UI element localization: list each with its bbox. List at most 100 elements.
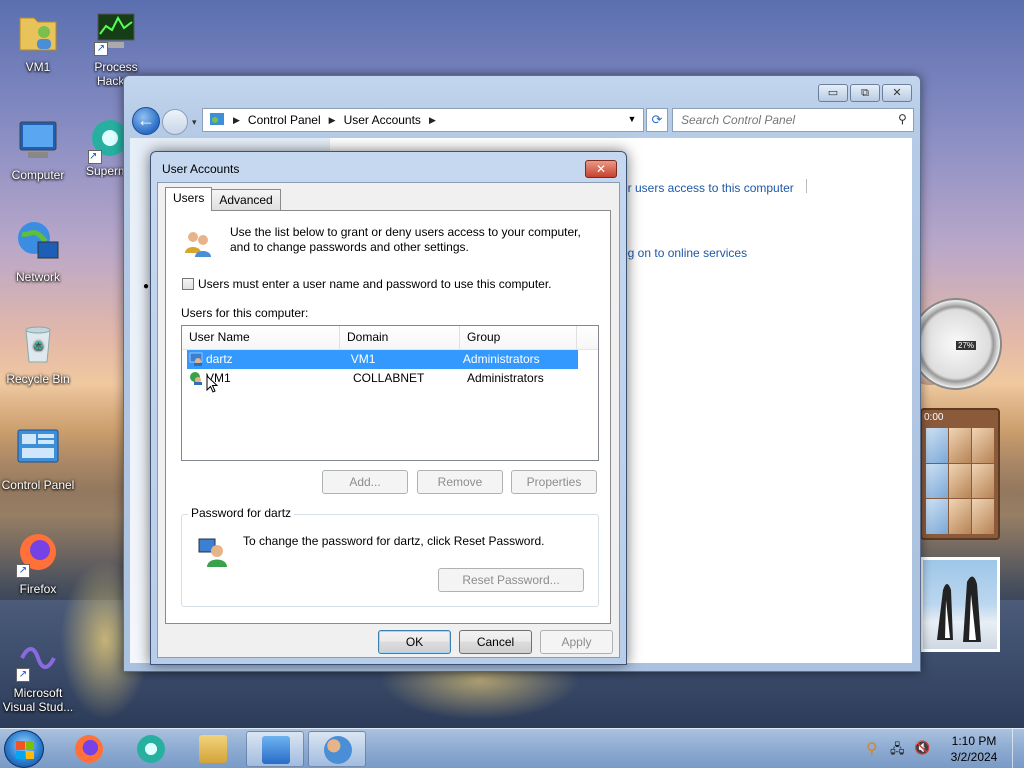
taskbar-supermium[interactable] bbox=[122, 731, 180, 767]
shortcut-arrow-icon: ↗ bbox=[16, 668, 30, 682]
user-icon bbox=[189, 352, 203, 366]
gadget-picture-puzzle[interactable]: 0:00 bbox=[920, 408, 1000, 540]
remove-user-button[interactable]: Remove bbox=[417, 470, 503, 494]
search-input[interactable]: Search Control Panel bbox=[672, 108, 914, 132]
user-accounts-dialog: User Accounts ✕ Users Advanced Use the l… bbox=[150, 151, 627, 665]
tab-users[interactable]: Users bbox=[165, 187, 213, 211]
address-bar[interactable]: ▶ Control Panel ▶ User Accounts ▶ bbox=[202, 108, 644, 132]
visual-studio-icon: ↗ bbox=[14, 634, 62, 682]
network-tray-icon[interactable]: 🖧 bbox=[890, 740, 905, 762]
breadcrumb-control-panel[interactable]: Control Panel bbox=[248, 113, 321, 127]
require-password-checkbox[interactable] bbox=[182, 278, 194, 290]
cpu-meter-value: 27% bbox=[956, 341, 977, 350]
puzzle-grid[interactable] bbox=[926, 428, 994, 534]
monitor-chart-icon: ↗ bbox=[92, 8, 140, 56]
refresh-icon[interactable]: ⟳ bbox=[646, 108, 668, 132]
forward-button[interactable] bbox=[162, 109, 188, 135]
shortcut-arrow-icon: ↗ bbox=[16, 564, 30, 578]
shortcut-arrow-icon: ↗ bbox=[94, 42, 108, 56]
desktop-icon-label: Network bbox=[15, 270, 60, 284]
intro-text: Use the list below to grant or deny user… bbox=[230, 225, 581, 254]
taskbar: ⚲ 🖧 🔇 1:10 PM 3/2/2024 bbox=[0, 728, 1024, 768]
close-button[interactable]: ✕ bbox=[882, 84, 912, 102]
address-dropdown-icon[interactable]: ▼ bbox=[623, 108, 641, 132]
group-cell: Administrators bbox=[467, 371, 544, 385]
group-cell: Administrators bbox=[462, 352, 540, 366]
control-panel-icon bbox=[262, 736, 290, 764]
users-list[interactable]: User Name Domain Group dartz VM1 Adminis… bbox=[181, 325, 599, 461]
breadcrumb-arrow-icon[interactable]: ▶ bbox=[233, 115, 240, 126]
gadget-slideshow[interactable] bbox=[920, 557, 1000, 652]
firefox-icon bbox=[75, 735, 103, 763]
start-button[interactable] bbox=[4, 730, 44, 768]
divider bbox=[806, 179, 807, 193]
search-icon[interactable]: ⚲ bbox=[898, 112, 907, 126]
column-group[interactable]: Group bbox=[460, 326, 577, 349]
dialog-client: Users Advanced Use the list below to gra… bbox=[157, 182, 620, 658]
breadcrumb-arrow-icon[interactable]: ▶ bbox=[329, 115, 336, 126]
minimize-button[interactable]: ▭ bbox=[818, 84, 848, 102]
navigation-bar: ← ▾ ▶ Control Panel ▶ User Accounts ▶ ▼ … bbox=[130, 106, 914, 136]
clock-date: 3/2/2024 bbox=[950, 750, 998, 764]
search-tray-icon[interactable]: ⚲ bbox=[866, 739, 878, 759]
column-user-name[interactable]: User Name bbox=[182, 326, 340, 349]
supermium-icon bbox=[137, 735, 165, 763]
table-row[interactable]: VM1 COLLABNET Administrators bbox=[187, 369, 598, 388]
tab-advanced[interactable]: Advanced bbox=[211, 189, 281, 211]
taskbar-firefox[interactable] bbox=[60, 731, 118, 767]
desktop-icon-supermium[interactable]: ↗ Supermium bbox=[78, 116, 128, 178]
require-password-row[interactable]: Users must enter a user name and passwor… bbox=[182, 277, 552, 291]
password-group: Password for dartz To change the passwor… bbox=[181, 506, 599, 607]
mouse-cursor-icon bbox=[206, 375, 219, 393]
require-password-label[interactable]: Users must enter a user name and passwor… bbox=[198, 277, 552, 291]
control-panel-icon bbox=[209, 111, 225, 130]
desktop-icon-network[interactable]: Network bbox=[0, 218, 76, 284]
breadcrumb-user-accounts[interactable]: User Accounts bbox=[344, 113, 421, 127]
domain-cell: COLLABNET bbox=[353, 371, 425, 385]
online-services-link[interactable]: og on to online services bbox=[621, 246, 747, 260]
firefox-icon: ↗ bbox=[14, 530, 62, 578]
add-user-button[interactable]: Add... bbox=[322, 470, 408, 494]
password-group-title: Password for dartz bbox=[188, 506, 295, 520]
desktop-icon-label: Firefox bbox=[19, 582, 57, 596]
back-button[interactable]: ← bbox=[132, 107, 160, 135]
desktop-icon-vm1[interactable]: VM1 bbox=[0, 8, 76, 74]
users-list-label: Users for this computer: bbox=[181, 306, 309, 320]
manage-access-link[interactable]: er users access to this computer bbox=[621, 181, 794, 195]
desktop-icon-visual-studio[interactable]: ↗ Microsoft Visual Stud... bbox=[0, 634, 76, 714]
network-globe-icon bbox=[14, 218, 62, 266]
desktop-icon-computer[interactable]: Computer bbox=[0, 116, 76, 182]
password-help-text: To change the password for dartz, click … bbox=[243, 534, 545, 548]
column-domain[interactable]: Domain bbox=[340, 326, 460, 349]
svg-text:♻: ♻ bbox=[33, 339, 44, 353]
supermium-icon: ↗ bbox=[86, 116, 128, 164]
show-desktop-button[interactable] bbox=[1012, 729, 1024, 768]
properties-button[interactable]: Properties bbox=[511, 470, 597, 494]
cancel-button[interactable]: Cancel bbox=[459, 630, 532, 654]
user-computer-icon bbox=[197, 535, 229, 567]
taskbar-clock[interactable]: 1:10 PM 3/2/2024 bbox=[948, 733, 1000, 765]
dialog-close-button[interactable]: ✕ bbox=[585, 160, 617, 178]
desktop-icon-label: Control Panel bbox=[1, 478, 75, 492]
maximize-button[interactable]: ⧉ bbox=[850, 84, 880, 102]
bullet: ● bbox=[143, 281, 150, 292]
taskbar-explorer[interactable] bbox=[184, 731, 242, 767]
breadcrumb-arrow-icon[interactable]: ▶ bbox=[429, 115, 436, 126]
reset-password-button[interactable]: Reset Password... bbox=[438, 568, 584, 592]
table-row[interactable]: dartz VM1 Administrators bbox=[187, 350, 578, 369]
desktop-icon-label: Microsoft Visual Stud... bbox=[2, 686, 74, 714]
penguins-icon bbox=[937, 576, 981, 642]
taskbar-user-accounts[interactable] bbox=[308, 731, 366, 767]
domain-cell: VM1 bbox=[350, 352, 376, 366]
desktop-icon-recycle-bin[interactable]: ♻ Recycle Bin bbox=[0, 320, 76, 386]
taskbar-control-panel[interactable] bbox=[246, 731, 304, 767]
apply-button[interactable]: Apply bbox=[540, 630, 613, 654]
user-name-cell: dartz bbox=[206, 352, 233, 366]
desktop-icon-control-panel[interactable]: Control Panel bbox=[0, 426, 76, 492]
recent-pages-icon[interactable]: ▾ bbox=[192, 117, 197, 128]
dialog-tabs: Users Advanced bbox=[165, 187, 281, 211]
ok-button[interactable]: OK bbox=[378, 630, 451, 654]
volume-muted-icon[interactable]: 🔇 bbox=[914, 740, 930, 756]
desktop-icon-firefox[interactable]: ↗ Firefox bbox=[0, 530, 76, 596]
users-icon bbox=[324, 736, 352, 764]
